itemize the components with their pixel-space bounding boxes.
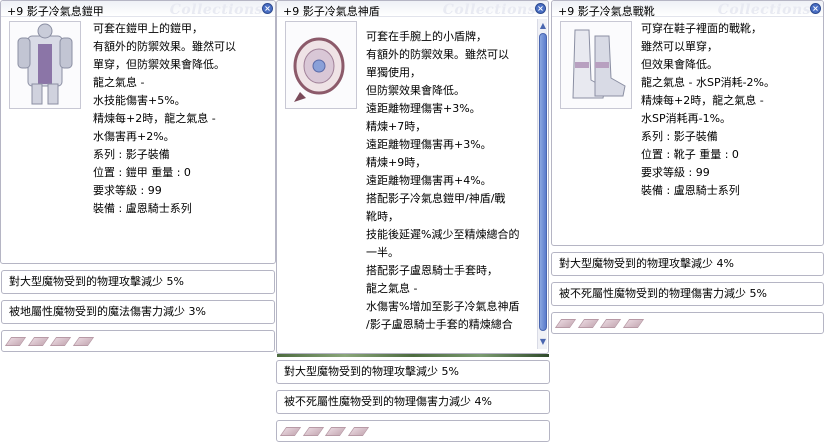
description-line: /影子盧恩騎士手套的精煉總合: [366, 318, 513, 331]
item-effect-box: 對大型魔物受到的物理攻擊減少 5%: [1, 270, 275, 294]
card-slots: [551, 312, 824, 334]
description-line: 可套在鎧甲上的鎧甲，: [93, 22, 203, 35]
description-line: 位置 : 鎧甲 重量 : 0: [93, 166, 191, 179]
item-title: +9 影子冷氣息神盾: [283, 5, 380, 18]
effect-text: 對大型魔物受到的物理攻擊減少 5%: [284, 365, 459, 378]
description-line: 位置 : 靴子 重量 : 0: [641, 148, 739, 161]
description-line: 搭配影子冷氣息鎧甲/神盾/戰: [366, 192, 506, 205]
card-slot[interactable]: [72, 337, 94, 346]
watermark: Collections: [717, 2, 811, 18]
window-header[interactable]: +9 影子冷氣息戰靴 Collections ×: [552, 1, 823, 18]
card-slots: [1, 330, 275, 352]
window-edge-decoration: [277, 354, 549, 357]
scrollbar-thumb[interactable]: [539, 33, 547, 331]
item-title: +9 影子冷氣息戰靴: [558, 5, 655, 18]
item-effect-box: 被不死屬性魔物受到的物理傷害力減少 5%: [551, 282, 824, 306]
description-line: 裝備 : 盧恩騎士系列: [641, 184, 740, 197]
description-line: 遠距離物理傷害+3%。: [366, 102, 481, 115]
card-slot[interactable]: [49, 337, 72, 346]
description-line: 水技能傷害+5%。: [93, 94, 186, 107]
scroll-down-icon[interactable]: ▼: [538, 337, 548, 346]
description-line: 遠距離物理傷害再+3%。: [366, 138, 492, 151]
description-line: 有額外的防禦效果。雖然可以: [366, 48, 509, 61]
description-line: 靴時，: [366, 210, 399, 223]
item-title: +9 影子冷氣息鎧甲: [7, 5, 104, 18]
close-icon[interactable]: ×: [535, 3, 546, 14]
effect-text: 對大型魔物受到的物理攻擊減少 4%: [559, 257, 734, 270]
item-description: 可穿在鞋子裡面的戰靴， 雖然可以單穿， 但效果會降低。 龍之氣息 - 水SP消耗…: [641, 20, 775, 200]
description-line: 水傷害再+2%。: [93, 130, 175, 143]
description-line: 雖然可以單穿，: [641, 40, 718, 53]
description-line: 但防禦效果會降低。: [366, 84, 465, 97]
effect-text: 對大型魔物受到的物理攻擊減少 5%: [9, 275, 184, 288]
scroll-up-icon[interactable]: ▲: [538, 21, 548, 30]
description-line: 精煉+7時，: [366, 120, 427, 133]
description-line: 精煉每+2時，龍之氣息 -: [641, 94, 764, 107]
watermark: Collections: [442, 2, 536, 18]
description-line: 水SP消耗再-1%。: [641, 112, 732, 125]
effect-text: 被地屬性魔物受到的魔法傷害力減少 3%: [9, 305, 206, 318]
card-slot[interactable]: [599, 319, 622, 328]
card-slot[interactable]: [27, 337, 49, 346]
description-line: 技能後延遲%減少至精煉總合的: [366, 228, 520, 241]
description-line: 龍之氣息 - 水SP消耗-2%。: [641, 76, 775, 89]
item-info-panel: +9 影子冷氣息戰靴 Collections × 可穿在鞋子裡面的戰靴， 雖然可…: [551, 0, 824, 246]
description-line: 水傷害%增加至影子冷氣息神盾: [366, 300, 520, 313]
description-line: 系列 : 影子裝備: [93, 148, 170, 161]
description-line: 龍之氣息 -: [93, 76, 145, 89]
item-description: 可套在鎧甲上的鎧甲， 有額外的防禦效果。雖然可以 單穿，但防禦效果會降低。 龍之…: [93, 20, 236, 218]
shield-icon: [285, 21, 357, 109]
item-effect-box: 對大型魔物受到的物理攻擊減少 4%: [551, 252, 824, 276]
close-icon[interactable]: ×: [810, 3, 821, 14]
description-line: 可穿在鞋子裡面的戰靴，: [641, 22, 762, 35]
description-line: 遠距離物理傷害再+4%。: [366, 174, 492, 187]
item-effect-box: 被地屬性魔物受到的魔法傷害力減少 3%: [1, 300, 275, 324]
effect-text: 被不死屬性魔物受到的物理傷害力減少 4%: [284, 395, 492, 408]
item-effect-box: 被不死屬性魔物受到的物理傷害力減少 4%: [276, 390, 550, 414]
card-slot[interactable]: [622, 319, 644, 328]
window-header[interactable]: +9 影子冷氣息神盾 Collections ×: [277, 1, 548, 18]
description-line: 精煉+9時，: [366, 156, 427, 169]
description-line: 單穿，但防禦效果會降低。: [93, 58, 225, 71]
description-line: 搭配影子盧恩騎士手套時，: [366, 264, 498, 277]
description-line: 但效果會降低。: [641, 58, 718, 71]
description-line: 龍之氣息 -: [366, 282, 418, 295]
window-header[interactable]: +9 影子冷氣息鎧甲 Collections ×: [1, 1, 275, 18]
description-line: 單獨使用，: [366, 66, 421, 79]
card-slot[interactable]: [279, 427, 302, 436]
description-line: 有額外的防禦效果。雖然可以: [93, 40, 236, 53]
card-slots: [276, 420, 550, 442]
card-slot[interactable]: [554, 319, 577, 328]
description-line: 要求等級 : 99: [93, 184, 162, 197]
item-info-panel: +9 影子冷氣息神盾 Collections × 可套在手腕上的小盾牌， 有額外…: [276, 0, 549, 354]
watermark: Collections: [169, 2, 263, 18]
close-icon[interactable]: ×: [262, 3, 273, 14]
armor-icon: [9, 21, 81, 109]
card-slot[interactable]: [4, 337, 27, 346]
item-info-panel: +9 影子冷氣息鎧甲 Collections × 可套在鎧甲上的鎧甲， 有額外的…: [0, 0, 276, 264]
card-slot[interactable]: [302, 427, 324, 436]
description-line: 裝備 : 盧恩騎士系列: [93, 202, 192, 215]
description-scrollbar[interactable]: ▲ ▼: [537, 19, 547, 349]
item-effect-box: 對大型魔物受到的物理攻擊減少 5%: [276, 360, 550, 384]
card-slot[interactable]: [577, 319, 599, 328]
effect-text: 被不死屬性魔物受到的物理傷害力減少 5%: [559, 287, 767, 300]
item-description: 可套在手腕上的小盾牌， 有額外的防禦效果。雖然可以 單獨使用， 但防禦效果會降低…: [366, 28, 519, 334]
description-line: 可套在手腕上的小盾牌，: [366, 30, 487, 43]
description-line: 要求等級 : 99: [641, 166, 710, 179]
card-slot[interactable]: [324, 427, 347, 436]
card-slot[interactable]: [347, 427, 369, 436]
description-line: 精煉每+2時，龍之氣息 -: [93, 112, 216, 125]
description-line: 一半。: [366, 246, 399, 259]
boots-icon: [560, 21, 632, 109]
description-line: 系列 : 影子裝備: [641, 130, 718, 143]
